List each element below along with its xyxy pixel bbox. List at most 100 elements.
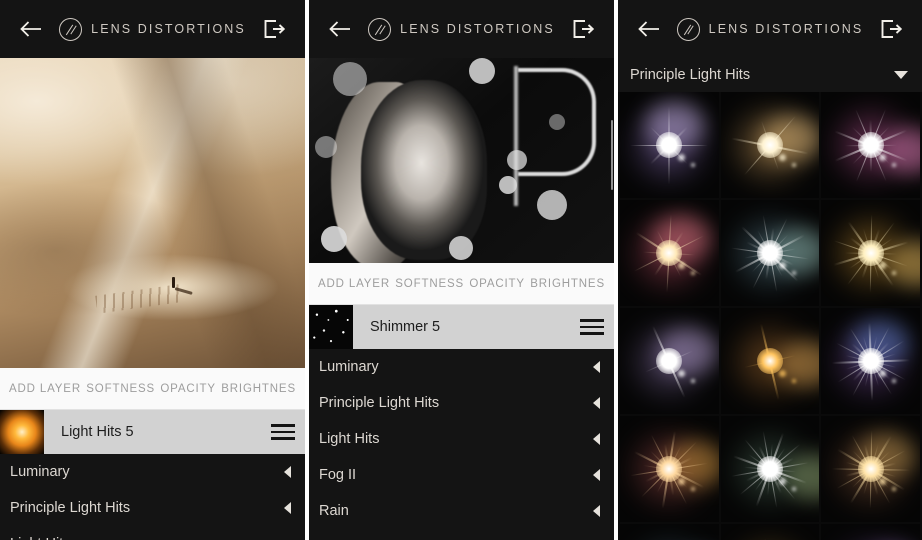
bokeh-dot bbox=[315, 136, 337, 158]
menu-item-principle-light-hits[interactable]: Principle Light Hits bbox=[0, 490, 305, 526]
selected-layer-row[interactable]: Shimmer 5 bbox=[309, 305, 614, 349]
panel2-header: LENS DISTORTIONS bbox=[309, 0, 614, 58]
menu-item-luminary[interactable]: Luminary bbox=[309, 349, 614, 385]
preset-cell[interactable] bbox=[821, 200, 920, 306]
preset-cell[interactable] bbox=[620, 200, 719, 306]
flare-ghost bbox=[778, 370, 786, 377]
vertical-scrollbar[interactable] bbox=[611, 120, 613, 190]
panel2-menu: Luminary Principle Light Hits Light Hits… bbox=[309, 349, 614, 540]
preset-cell[interactable] bbox=[620, 308, 719, 414]
photo-portrait[interactable] bbox=[309, 58, 614, 263]
chevron-left-icon bbox=[593, 361, 600, 373]
menu-item-light-hits[interactable]: Light Hits bbox=[0, 526, 305, 540]
bokeh-dot bbox=[507, 150, 527, 170]
layer-name: Light Hits 5 bbox=[61, 424, 134, 440]
flare-ghost bbox=[691, 487, 695, 491]
bokeh-dot bbox=[333, 62, 367, 96]
preset-cell[interactable] bbox=[821, 92, 920, 198]
export-icon[interactable] bbox=[874, 12, 908, 46]
layer-name: Shimmer 5 bbox=[370, 319, 441, 335]
menu-item-fog-ii[interactable]: Fog II bbox=[309, 457, 614, 493]
panel2-tabbar: ADD LAYER SOFTNESS OPACITY BRIGHTNES bbox=[309, 263, 614, 305]
back-arrow-icon[interactable] bbox=[323, 12, 357, 46]
chevron-left-icon bbox=[593, 469, 600, 481]
flare-ghost bbox=[691, 271, 695, 275]
tab-brightness[interactable]: BRIGHTNES bbox=[221, 383, 296, 395]
brand-lockup: LENS DISTORTIONS bbox=[357, 17, 566, 41]
bokeh-dot bbox=[499, 176, 517, 194]
photo-dunes[interactable] bbox=[0, 58, 305, 368]
preset-cell[interactable] bbox=[821, 416, 920, 522]
flare-ghost bbox=[778, 154, 786, 161]
export-icon[interactable] bbox=[566, 12, 600, 46]
flare-ghost bbox=[778, 262, 786, 269]
portrait-face bbox=[361, 80, 487, 260]
brand-text: LENS DISTORTIONS bbox=[400, 22, 555, 36]
preset-cell[interactable] bbox=[720, 416, 820, 522]
tab-opacity[interactable]: OPACITY bbox=[160, 383, 216, 395]
flare-ghost bbox=[691, 163, 695, 167]
bokeh-dot bbox=[449, 236, 473, 260]
selected-layer-row[interactable]: Light Hits 5 bbox=[0, 410, 305, 454]
tab-add-layer[interactable]: ADD LAYER bbox=[9, 383, 81, 395]
menu-item-label: Fog II bbox=[319, 467, 357, 483]
menu-item-label: Light Hits bbox=[10, 536, 70, 540]
menu-item-label: Light Hits bbox=[319, 431, 380, 447]
flare-ghost bbox=[678, 478, 685, 485]
preset-cell[interactable] bbox=[821, 524, 920, 540]
tab-brightness[interactable]: BRIGHTNES bbox=[530, 278, 605, 290]
chevron-left-icon bbox=[284, 502, 291, 514]
menu-item-rain[interactable]: Rain bbox=[309, 493, 614, 529]
bokeh-dot bbox=[537, 190, 567, 220]
bokeh-dot bbox=[469, 58, 495, 84]
tab-opacity[interactable]: OPACITY bbox=[469, 278, 525, 290]
brand-lockup: LENS DISTORTIONS bbox=[666, 17, 874, 41]
panel-preset-browser: LENS DISTORTIONS Principle Light Hits bbox=[618, 0, 922, 540]
brand-lockup: LENS DISTORTIONS bbox=[48, 17, 257, 41]
dune-shadow-mass bbox=[0, 58, 305, 368]
menu-item-luminary[interactable]: Luminary bbox=[0, 454, 305, 490]
menu-item-light-hits[interactable]: Light Hits bbox=[309, 421, 614, 457]
preset-cell[interactable] bbox=[620, 524, 719, 540]
flare-ghost bbox=[691, 379, 695, 383]
preset-cell[interactable] bbox=[620, 92, 719, 198]
menu-item-shimmer[interactable]: Shimmer bbox=[309, 529, 614, 540]
chevron-left-icon bbox=[593, 433, 600, 445]
flare-ghost bbox=[791, 487, 796, 491]
bokeh-dot bbox=[321, 226, 347, 252]
preset-cell[interactable] bbox=[720, 92, 820, 198]
preset-cell[interactable] bbox=[720, 200, 820, 306]
flare-ghost bbox=[791, 379, 796, 383]
export-icon[interactable] bbox=[257, 12, 291, 46]
preset-grid bbox=[618, 92, 922, 540]
flare-halo bbox=[621, 535, 718, 540]
preset-cell[interactable] bbox=[720, 308, 820, 414]
flare-ghost bbox=[791, 163, 796, 167]
preset-cell[interactable] bbox=[620, 416, 719, 522]
back-arrow-icon[interactable] bbox=[632, 12, 666, 46]
menu-item-principle-light-hits[interactable]: Principle Light Hits bbox=[309, 385, 614, 421]
panel-editor-portrait: LENS DISTORTIONS ADD LAYER SOFTNESS OPAC… bbox=[309, 0, 614, 540]
brand-text: LENS DISTORTIONS bbox=[91, 22, 246, 36]
menu-item-label: Principle Light Hits bbox=[10, 500, 131, 516]
panel1-menu: Luminary Principle Light Hits Light Hits bbox=[0, 454, 305, 540]
panel1-tabbar: ADD LAYER SOFTNESS OPACITY BRIGHTNES bbox=[0, 368, 305, 410]
back-arrow-icon[interactable] bbox=[14, 12, 48, 46]
tab-add-layer[interactable]: ADD LAYER bbox=[318, 278, 390, 290]
chevron-left-icon bbox=[593, 505, 600, 517]
preset-cell[interactable] bbox=[720, 524, 820, 540]
menu-item-label: Luminary bbox=[319, 359, 379, 375]
flare-ghost bbox=[778, 478, 786, 485]
drag-handle-icon[interactable] bbox=[570, 319, 614, 335]
tab-softness[interactable]: SOFTNESS bbox=[86, 383, 155, 395]
category-title: Principle Light Hits bbox=[630, 67, 751, 83]
chevron-left-icon bbox=[593, 397, 600, 409]
flare-halo bbox=[822, 535, 919, 540]
panel3-header: LENS DISTORTIONS bbox=[618, 0, 922, 58]
preset-cell[interactable] bbox=[821, 308, 920, 414]
flare-halo bbox=[721, 535, 818, 540]
lens-distortions-logo-icon bbox=[368, 17, 392, 41]
tab-softness[interactable]: SOFTNESS bbox=[395, 278, 464, 290]
category-dropdown[interactable]: Principle Light Hits bbox=[618, 58, 922, 92]
drag-handle-icon[interactable] bbox=[261, 424, 305, 440]
